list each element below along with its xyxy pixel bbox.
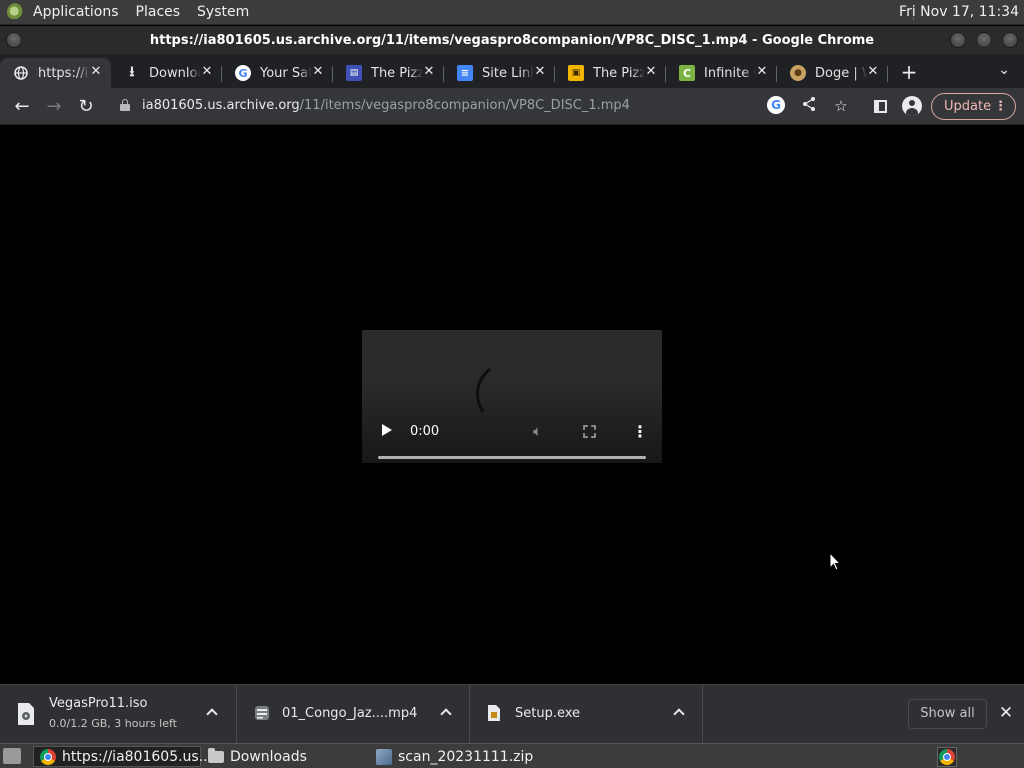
google-lens-icon[interactable]: G bbox=[767, 96, 787, 116]
close-icon[interactable]: ✕ bbox=[532, 64, 548, 80]
close-icon[interactable]: ✕ bbox=[754, 64, 770, 80]
google-icon: G bbox=[235, 65, 251, 81]
browser-toolbar: ← → ↻ ia801605.us.archive.org/11/items/v… bbox=[0, 88, 1024, 125]
download-icon: ⭳ bbox=[129, 64, 135, 80]
close-icon[interactable]: ✕ bbox=[421, 64, 437, 80]
tab-doge[interactable]: ● Doge | W ✕ bbox=[777, 58, 888, 88]
folder-icon bbox=[208, 747, 224, 763]
tab-archive-video[interactable]: https://ia801605.us.archive.org/11/items… bbox=[0, 58, 111, 88]
slides-icon: ▣ bbox=[568, 65, 584, 81]
download-status: 0.0/1.2 GB, 3 hours left bbox=[49, 717, 177, 730]
url-path: /11/items/vegaspro8companion/VP8C_DISC_1… bbox=[299, 98, 630, 113]
chevron-up-icon[interactable] bbox=[204, 705, 220, 721]
close-icon[interactable]: ✕ bbox=[643, 64, 659, 80]
tab-label: The Pizz bbox=[593, 65, 645, 81]
tab-downloads[interactable]: ⭳ Downloads ✕ bbox=[111, 58, 222, 88]
play-icon[interactable] bbox=[382, 424, 392, 436]
close-icon[interactable]: ✕ bbox=[88, 64, 104, 80]
page-content: 0:00 🔈︎ ⋮ bbox=[0, 126, 1024, 684]
new-tab-button[interactable]: + bbox=[894, 58, 924, 88]
tab-strip: https://ia801605.us.archive.org/11/items… bbox=[0, 54, 1024, 88]
video-progress-bar[interactable] bbox=[378, 456, 646, 459]
download-filename: Setup.exe bbox=[515, 706, 581, 721]
tab-label: Downloads bbox=[149, 65, 201, 81]
clock[interactable]: Fri Nov 17, 11:34 bbox=[899, 4, 1019, 20]
menu-applications[interactable]: Applications bbox=[33, 4, 119, 20]
tab-label: Site Link bbox=[482, 65, 534, 81]
minimize-button[interactable] bbox=[950, 32, 966, 48]
download-filename: 01_Congo_Jaz....mp4 bbox=[282, 706, 418, 721]
calendar-app-icon: ▤ bbox=[346, 65, 362, 81]
tab-infinite-c[interactable]: C Infinite C ✕ bbox=[666, 58, 777, 88]
download-item[interactable]: Setup.exe bbox=[470, 685, 703, 744]
share-icon[interactable] bbox=[799, 96, 819, 116]
tab-site-link[interactable]: ≡ Site Link ✕ bbox=[444, 58, 555, 88]
menu-places[interactable]: Places bbox=[136, 4, 181, 20]
exe-file-icon bbox=[486, 704, 506, 728]
close-icon[interactable]: ✕ bbox=[865, 64, 881, 80]
show-desktop-icon[interactable] bbox=[3, 748, 21, 764]
back-button[interactable]: ← bbox=[9, 94, 35, 120]
side-panel-icon[interactable] bbox=[874, 100, 887, 113]
tab-your-safety[interactable]: G Your Saf ✕ bbox=[222, 58, 333, 88]
chevron-up-icon[interactable] bbox=[671, 705, 687, 721]
url-host: ia801605.us.archive.org bbox=[142, 98, 300, 113]
video-time: 0:00 bbox=[410, 424, 440, 439]
download-item[interactable]: VegasPro11.iso 0.0/1.2 GB, 3 hours left bbox=[0, 685, 237, 744]
more-vert-icon[interactable]: ⋮ bbox=[994, 94, 1007, 119]
download-filename: VegasPro11.iso bbox=[49, 696, 148, 711]
download-item[interactable]: 01_Congo_Jaz....mp4 bbox=[237, 685, 470, 744]
update-button[interactable]: Update ⋮ bbox=[931, 93, 1016, 120]
close-window-button[interactable] bbox=[1002, 32, 1018, 48]
c-letter-icon: C bbox=[679, 65, 695, 81]
window-menu-icon[interactable] bbox=[6, 32, 22, 48]
update-label: Update bbox=[944, 99, 992, 114]
tab-label: Infinite C bbox=[704, 65, 756, 81]
fullscreen-icon[interactable] bbox=[583, 425, 596, 438]
tab-the-pizza-1[interactable]: ▤ The Pizz ✕ bbox=[333, 58, 444, 88]
tray-chrome-icon[interactable] bbox=[937, 747, 957, 767]
forward-button[interactable]: → bbox=[41, 94, 67, 120]
profile-avatar-icon[interactable] bbox=[902, 96, 922, 116]
window-titlebar[interactable]: https://ia801605.us.archive.org/11/items… bbox=[0, 26, 1024, 54]
video-player[interactable]: 0:00 🔈︎ ⋮ bbox=[362, 330, 662, 463]
chevron-up-icon[interactable] bbox=[438, 705, 454, 721]
taskbar-item-downloads[interactable]: Downloads bbox=[202, 746, 370, 767]
menu-system[interactable]: System bbox=[197, 4, 249, 20]
tab-label: https://ia801605.us.archive.org/11/items… bbox=[38, 65, 90, 81]
tab-search-chevron-down-icon[interactable]: ⌄ bbox=[998, 62, 1010, 78]
doge-icon: ● bbox=[790, 65, 806, 81]
system-top-panel: Applications Places System Fri Nov 17, 1… bbox=[0, 0, 1024, 25]
globe-icon bbox=[13, 65, 29, 81]
taskbar-item-label: scan_20231111.zip bbox=[398, 748, 534, 765]
more-vert-icon[interactable]: ⋮ bbox=[632, 422, 648, 441]
taskbar-item-label: Downloads bbox=[230, 748, 307, 765]
tab-label: Your Saf bbox=[260, 65, 312, 81]
tab-label: The Pizz bbox=[371, 65, 423, 81]
download-bar: VegasPro11.iso 0.0/1.2 GB, 3 hours left … bbox=[0, 684, 1024, 744]
bottom-taskbar: https://ia801605.us.... Downloads scan_2… bbox=[0, 743, 1024, 768]
distro-logo-icon[interactable] bbox=[7, 3, 25, 21]
lock-icon[interactable] bbox=[120, 99, 130, 111]
close-icon[interactable]: ✕ bbox=[310, 64, 326, 80]
window-title: https://ia801605.us.archive.org/11/items… bbox=[149, 32, 875, 48]
video-file-icon bbox=[253, 704, 273, 728]
disc-file-icon bbox=[16, 702, 36, 726]
archive-icon bbox=[376, 748, 392, 765]
maximize-button[interactable] bbox=[976, 32, 992, 48]
show-all-downloads-button[interactable]: Show all bbox=[908, 699, 987, 729]
volume-icon[interactable]: 🔈︎ bbox=[533, 422, 542, 440]
docs-icon: ≡ bbox=[457, 65, 473, 81]
taskbar-item-archive[interactable]: scan_20231111.zip bbox=[370, 746, 538, 767]
tab-the-pizza-2[interactable]: ▣ The Pizz ✕ bbox=[555, 58, 666, 88]
reload-button[interactable]: ↻ bbox=[73, 94, 99, 120]
close-download-bar-icon[interactable]: ✕ bbox=[996, 703, 1016, 723]
close-icon[interactable]: ✕ bbox=[199, 64, 215, 80]
taskbar-item-chrome[interactable]: https://ia801605.us.... bbox=[33, 746, 217, 767]
address-bar[interactable]: ia801605.us.archive.org/11/items/vegaspr… bbox=[142, 98, 630, 113]
bookmark-star-icon[interactable]: ☆ bbox=[831, 96, 851, 116]
tab-label: Doge | W bbox=[815, 65, 867, 81]
chrome-icon bbox=[40, 748, 56, 765]
taskbar-item-label: https://ia801605.us.... bbox=[62, 748, 217, 765]
